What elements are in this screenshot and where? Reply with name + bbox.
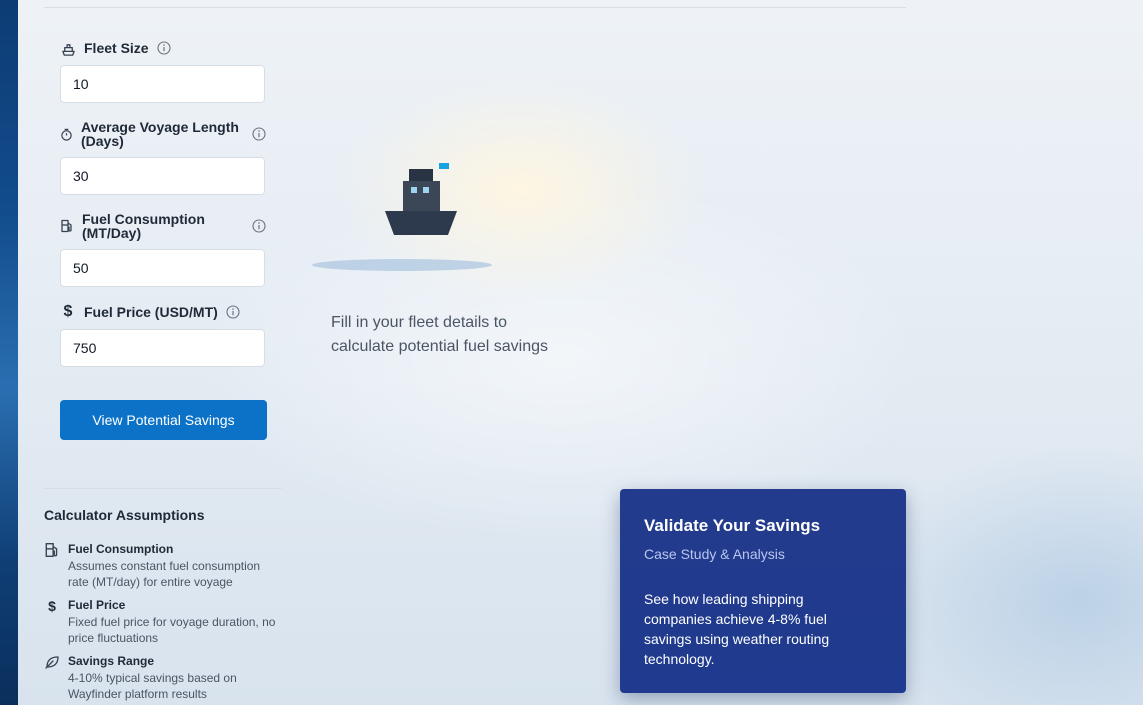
stopwatch-icon <box>59 127 73 141</box>
fleet-size-label-text: Fleet Size <box>84 40 149 56</box>
fuel-consumption-input[interactable] <box>60 249 265 287</box>
fuel-pump-icon <box>60 219 74 233</box>
fleet-size-icon <box>60 41 76 57</box>
info-icon[interactable] <box>157 41 171 55</box>
dollar-icon: $ <box>48 598 56 614</box>
assumptions-title: Calculator Assumptions <box>44 507 205 523</box>
fleet-size-label: Fleet Size <box>84 41 149 55</box>
voyage-length-input[interactable] <box>60 157 265 195</box>
assumption-desc: Assumes constant fuel consumption rate (… <box>68 559 261 589</box>
assumption-desc: Fixed fuel price for voyage duration, no… <box>68 615 276 645</box>
fuel-price-label-text: Fuel Price (USD/MT) <box>84 304 218 320</box>
card-subtitle: Case Study & Analysis <box>644 546 785 562</box>
ship-illustration <box>312 163 492 271</box>
voyage-length-label: Average Voyage Length (Days) <box>81 120 241 148</box>
info-icon[interactable] <box>226 305 240 319</box>
top-divider <box>44 7 906 8</box>
assumption-desc: 4-10% typical savings based on Wayfinder… <box>68 671 237 701</box>
results-placeholder: Fill in your fleet details to calculate … <box>331 314 549 355</box>
fuel-consumption-label-text: Fuel Consumption (MT/Day) <box>82 211 205 241</box>
assumption-title: Fuel Price <box>68 598 126 612</box>
leaf-icon <box>45 656 59 669</box>
dollar-icon: $ <box>63 303 73 320</box>
left-edge-image <box>0 0 18 705</box>
assumption-title: Fuel Consumption <box>68 542 174 556</box>
section-divider <box>44 488 282 489</box>
fuel-consumption-label: Fuel Consumption (MT/Day) <box>82 212 242 240</box>
info-icon[interactable] <box>252 127 266 141</box>
fleet-size-input[interactable] <box>60 65 265 103</box>
view-potential-savings-button[interactable]: View Potential Savings <box>60 400 267 440</box>
card-title: Validate Your Savings <box>644 516 821 535</box>
fuel-pump-icon <box>45 543 58 557</box>
flag <box>439 163 449 169</box>
voyage-length-label-text: Average Voyage Length (Days) <box>81 119 239 149</box>
assumption-title: Savings Range <box>68 654 155 668</box>
card-body: See how leading shipping companies achie… <box>644 591 830 667</box>
info-icon[interactable] <box>252 219 266 233</box>
fuel-price-label: Fuel Price (USD/MT) <box>84 305 218 319</box>
fuel-price-input[interactable] <box>60 329 265 367</box>
case-study-card[interactable]: Validate Your Savings Case Study & Analy… <box>620 489 906 693</box>
